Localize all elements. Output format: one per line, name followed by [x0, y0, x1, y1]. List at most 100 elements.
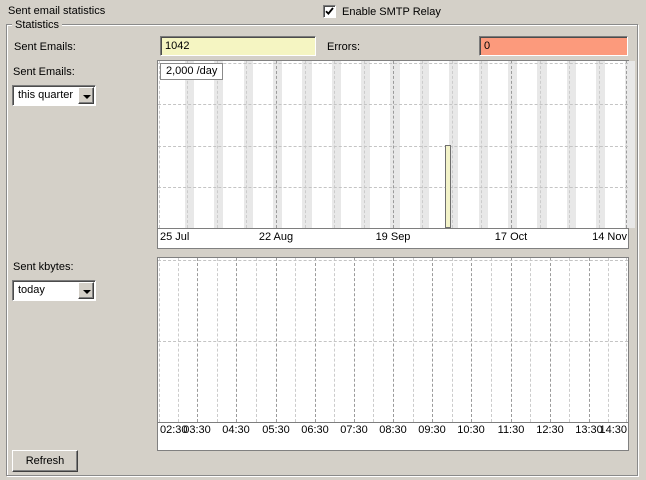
chevron-down-icon [83, 290, 91, 294]
minor-vertical-gridline [608, 258, 609, 422]
major-vertical-gridline [236, 258, 237, 422]
weekend-stripe [361, 61, 370, 228]
major-vertical-gridline [393, 258, 394, 422]
checkmark-icon [325, 7, 334, 16]
x-tick-label: 05:30 [262, 424, 290, 436]
major-vertical-gridline [393, 61, 394, 228]
minor-vertical-gridline [540, 61, 541, 228]
x-axis-line [158, 422, 628, 423]
sent-kbytes-chart: 02:3003:3004:3005:3006:3007:3008:3009:30… [157, 257, 629, 451]
major-vertical-gridline [589, 258, 590, 422]
horizontal-gridline [158, 146, 628, 147]
minor-vertical-gridline [217, 61, 218, 228]
x-tick-label: 14:30 [599, 424, 627, 436]
sent-emails-total-label: Sent Emails: [14, 41, 76, 54]
horizontal-gridline [158, 260, 628, 261]
minor-vertical-gridline [256, 258, 257, 422]
data-bar [445, 145, 451, 228]
refresh-button[interactable]: Refresh [12, 450, 78, 472]
x-tick-label: 03:30 [183, 424, 211, 436]
minor-vertical-gridline [159, 61, 160, 228]
minor-vertical-gridline [334, 61, 335, 228]
smtp-statistics-panel: Sent email statistics Enable SMTP Relay … [0, 0, 646, 480]
minor-vertical-gridline [599, 61, 600, 228]
x-tick-label: 22 Aug [259, 231, 293, 243]
major-vertical-gridline [511, 61, 512, 228]
minor-vertical-gridline [569, 61, 570, 228]
x-tick-label: 09:30 [418, 424, 446, 436]
major-vertical-gridline [511, 258, 512, 422]
sent-emails-chart: 25 Jul 22 Aug 19 Sep 17 Oct 14 Nov 2,000 /day [157, 60, 629, 249]
sent-emails-period-label: Sent Emails: [13, 66, 75, 79]
sent-emails-period-value: this quarter [18, 89, 73, 102]
errors-label: Errors: [327, 41, 360, 54]
minor-vertical-gridline [305, 61, 306, 228]
x-tick-label: 17 Oct [495, 231, 527, 243]
combobox-dropdown-button[interactable] [78, 87, 94, 104]
x-tick-label: 14 Nov [592, 231, 627, 243]
major-vertical-gridline [315, 258, 316, 422]
weekend-stripe [479, 61, 488, 228]
x-tick-label: 12:30 [536, 424, 564, 436]
weekend-stripe [537, 61, 546, 228]
major-vertical-gridline [550, 258, 551, 422]
weekend-stripe [596, 61, 605, 228]
major-vertical-gridline [432, 258, 433, 422]
minor-vertical-gridline [334, 258, 335, 422]
sent-emails-period-combobox[interactable]: this quarter [12, 85, 96, 106]
horizontal-gridline [158, 63, 628, 64]
x-tick-label: 08:30 [379, 424, 407, 436]
enable-smtp-relay-label[interactable]: Enable SMTP Relay [342, 6, 441, 19]
sent-emails-total-field[interactable]: 1042 [160, 36, 316, 56]
major-vertical-gridline [471, 258, 472, 422]
weekend-stripe [508, 61, 517, 228]
sent-emails-plot: 25 Jul 22 Aug 19 Sep 17 Oct 14 Nov 2,000 /day [158, 61, 628, 248]
x-tick-label: 11:30 [498, 424, 525, 436]
horizontal-gridline [158, 187, 628, 188]
x-tick-label: 04:30 [222, 424, 250, 436]
minor-vertical-gridline [422, 61, 423, 228]
minor-vertical-gridline [413, 258, 414, 422]
x-tick-label: 10:30 [457, 424, 485, 436]
major-vertical-gridline [276, 258, 277, 422]
chevron-down-icon [83, 95, 91, 99]
horizontal-gridline [158, 104, 628, 105]
minor-vertical-gridline [187, 61, 188, 228]
major-vertical-gridline [197, 258, 198, 422]
minor-vertical-gridline [159, 258, 160, 422]
minor-vertical-gridline [452, 258, 453, 422]
major-vertical-gridline [354, 258, 355, 422]
minor-vertical-gridline [373, 258, 374, 422]
x-tick-label: 06:30 [301, 424, 329, 436]
x-tick-label: 25 Jul [160, 231, 189, 243]
x-tick-label: 07:30 [340, 424, 368, 436]
minor-vertical-gridline [364, 61, 365, 228]
minor-vertical-gridline [246, 61, 247, 228]
sent-kbytes-period-label: Sent kbytes: [13, 261, 74, 274]
enable-smtp-relay-checkbox[interactable] [323, 5, 336, 18]
weekend-stripe [214, 61, 223, 228]
weekend-stripe [302, 61, 311, 228]
minor-vertical-gridline [626, 258, 627, 422]
weekend-stripe [244, 61, 253, 228]
minor-vertical-gridline [491, 258, 492, 422]
sent-kbytes-period-combobox[interactable]: today [12, 280, 96, 301]
errors-field[interactable]: 0 [479, 36, 628, 56]
horizontal-gridline [158, 341, 628, 342]
x-axis-line [158, 228, 628, 229]
major-vertical-gridline [626, 61, 627, 228]
sent-emails-total-value: 1042 [165, 40, 189, 52]
sent-kbytes-period-value: today [18, 284, 45, 297]
page-title: Sent email statistics [8, 5, 105, 18]
minor-vertical-gridline [569, 258, 570, 422]
minor-vertical-gridline [217, 258, 218, 422]
minor-vertical-gridline [178, 258, 179, 422]
minor-vertical-gridline [295, 258, 296, 422]
x-tick-label: 19 Sep [376, 231, 411, 243]
combobox-dropdown-button[interactable] [78, 282, 94, 299]
chart-scale-label: 2,000 /day [160, 63, 223, 80]
minor-vertical-gridline [530, 258, 531, 422]
weekend-stripe [390, 61, 399, 228]
weekend-stripe [273, 61, 282, 228]
statistics-group-label: Statistics [12, 19, 62, 32]
